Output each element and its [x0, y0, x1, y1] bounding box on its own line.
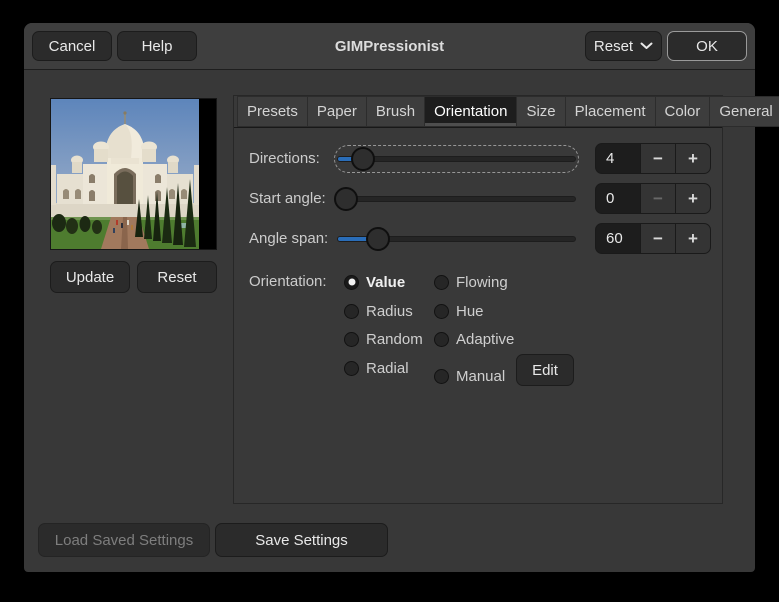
radio-label: Radius	[366, 302, 413, 320]
dialog-title: GIMPressionist	[334, 38, 445, 55]
plus-button[interactable]: +	[675, 224, 710, 253]
slider-trough[interactable]	[337, 196, 576, 202]
directions-spinbox: 4 − +	[595, 143, 711, 174]
radio-label: Adaptive	[456, 330, 515, 348]
minus-button[interactable]: −	[640, 144, 675, 173]
ok-button[interactable]: OK	[667, 31, 747, 61]
radio-manual[interactable]: Manual	[434, 366, 505, 386]
radio-icon	[434, 274, 449, 290]
tab-general[interactable]: General	[710, 96, 779, 127]
radio-radial[interactable]: Radial	[344, 358, 409, 378]
radio-icon	[434, 303, 449, 319]
cancel-button[interactable]: Cancel	[32, 31, 112, 61]
start-angle-spinbox: 0 − +	[595, 183, 711, 214]
radio-label: Flowing	[456, 273, 508, 291]
radio-icon	[344, 360, 359, 376]
edit-button[interactable]: Edit	[516, 354, 574, 386]
plus-button[interactable]: +	[675, 144, 710, 173]
start-angle-entry[interactable]: 0	[596, 184, 640, 213]
angle-span-entry[interactable]: 60	[596, 224, 640, 253]
tab-bar: Presets Paper Brush Orientation Size Pla…	[234, 96, 779, 128]
slider-handle[interactable]	[334, 187, 358, 211]
tab-color[interactable]: Color	[655, 96, 711, 127]
chevron-down-icon	[640, 42, 653, 49]
settings-notebook: Presets Paper Brush Orientation Size Pla…	[233, 95, 779, 504]
directions-label: Directions:	[249, 150, 320, 167]
reset-menu-label: Reset	[593, 37, 634, 55]
radio-label: Manual	[456, 367, 506, 385]
minus-button[interactable]: −	[640, 224, 675, 253]
directions-entry[interactable]: 4	[596, 144, 640, 173]
angle-span-label: Angle span:	[249, 230, 329, 247]
update-button[interactable]: Update	[50, 261, 130, 293]
reset-menu-button[interactable]: Reset	[585, 31, 662, 61]
start-angle-slider[interactable]	[334, 185, 579, 213]
radio-icon	[344, 331, 359, 347]
start-angle-label: Start angle:	[249, 190, 326, 207]
angle-span-slider[interactable]	[334, 225, 579, 253]
tab-paper[interactable]: Paper	[307, 96, 367, 127]
angle-span-spinbox: 60 − +	[595, 223, 711, 254]
radio-icon	[344, 303, 359, 319]
slider-handle[interactable]	[366, 227, 390, 251]
save-settings-button[interactable]: Save Settings	[215, 523, 388, 557]
load-saved-settings-button[interactable]: Load Saved Settings	[38, 523, 210, 557]
preview-reset-button[interactable]: Reset	[137, 261, 217, 293]
tab-placement[interactable]: Placement	[565, 96, 656, 127]
tab-brush[interactable]: Brush	[366, 96, 426, 127]
orientation-label: Orientation:	[249, 273, 327, 290]
minus-button[interactable]: −	[640, 184, 675, 213]
radio-label: Value	[366, 273, 406, 291]
tab-presets[interactable]: Presets	[237, 96, 308, 127]
radio-flowing[interactable]: Flowing	[434, 272, 508, 292]
gimpressionist-dialog: Cancel Help GIMPressionist Reset OK Upda…	[24, 23, 779, 572]
plus-button[interactable]: +	[675, 184, 710, 213]
radio-icon	[344, 274, 359, 290]
radio-label: Radial	[366, 359, 409, 377]
radio-label: Random	[366, 330, 423, 348]
radio-hue[interactable]: Hue	[434, 301, 484, 321]
radio-icon	[434, 368, 449, 384]
dialog-header: Cancel Help GIMPressionist Reset OK	[24, 23, 755, 70]
radio-adaptive[interactable]: Adaptive	[434, 329, 514, 349]
tab-size[interactable]: Size	[517, 96, 566, 127]
preview-image	[50, 98, 217, 250]
radio-radius[interactable]: Radius	[344, 301, 413, 321]
directions-slider[interactable]	[334, 145, 579, 173]
tab-orientation[interactable]: Orientation	[425, 96, 518, 127]
taj-mahal-image	[51, 99, 199, 249]
radio-icon	[434, 331, 449, 347]
help-button[interactable]: Help	[117, 31, 197, 61]
radio-random[interactable]: Random	[344, 329, 423, 349]
slider-handle[interactable]	[351, 147, 375, 171]
radio-value[interactable]: Value	[344, 272, 405, 292]
radio-label: Hue	[456, 302, 484, 320]
